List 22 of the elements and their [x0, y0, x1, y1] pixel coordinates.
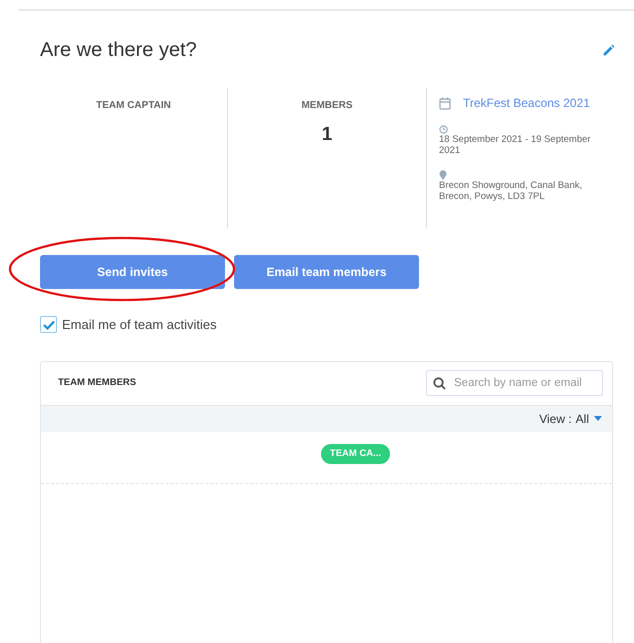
view-label: View :: [539, 410, 572, 428]
stat-label: MEMBERS: [301, 99, 353, 113]
caret-icon: [594, 416, 602, 421]
search-icon: [433, 377, 446, 390]
location-pin-icon: [439, 170, 447, 180]
event-dates: 18 September 2021 - 19 September 2021: [439, 134, 592, 156]
member-count: 1: [322, 123, 332, 147]
checkbox[interactable]: [40, 316, 57, 334]
edit-icon[interactable]: [602, 44, 615, 56]
send-invites-button[interactable]: Send invites: [40, 255, 225, 289]
search-field[interactable]: Search by name or email: [426, 370, 603, 396]
event-link[interactable]: TrekFest Beacons 2021: [463, 98, 590, 109]
clock-icon: [439, 125, 448, 134]
event-location: Brecon Showground, Canal Bank, Brecon, Powys, LD3 7PL: [439, 180, 584, 202]
role-badge: TEAM CA...: [320, 444, 390, 464]
calendar-icon: [439, 97, 451, 110]
section-title: TEAM MEMBERS: [58, 376, 136, 390]
email-team-button[interactable]: Email team members: [234, 255, 419, 289]
checkbox-label: Email me of team activities: [62, 316, 217, 334]
view-dropdown[interactable]: All: [576, 410, 602, 428]
stat-label: TEAM CAPTAIN: [96, 99, 171, 113]
page-title: Are we there yet?: [40, 38, 197, 63]
